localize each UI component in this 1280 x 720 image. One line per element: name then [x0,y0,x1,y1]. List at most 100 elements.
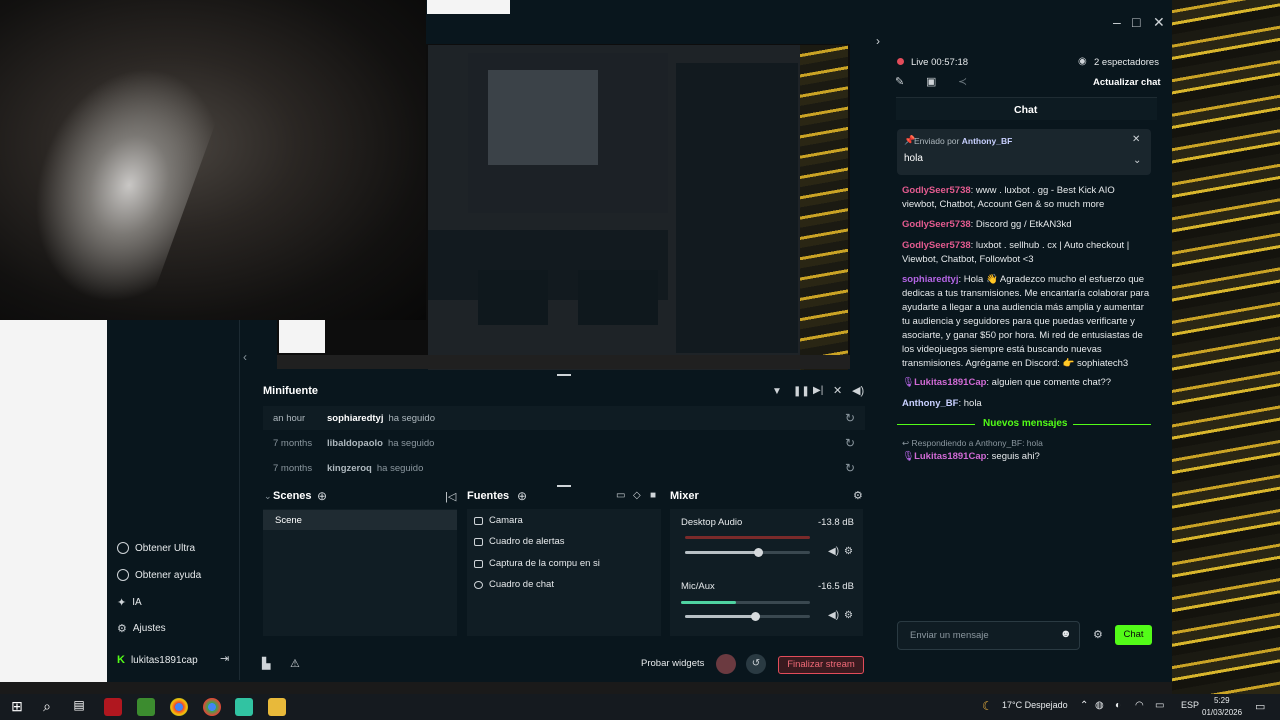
share-icon[interactable]: ≺ [958,75,967,88]
replay-icon[interactable]: ↻ [845,461,855,475]
pinned-text: hola [904,153,923,164]
feed-row: 7 months kingzeroq ha seguido ↻ [263,456,865,480]
chat-username[interactable]: sophiaredtyj [902,274,959,285]
camera-icon [474,516,483,525]
file-explorer-icon[interactable] [268,698,286,716]
chat-username[interactable]: GodlySeer5738 [902,185,971,196]
sidebar-item-ai[interactable]: ✦ IA [117,596,142,609]
source-item[interactable]: Camara [474,515,523,526]
task-view-icon[interactable]: ▤ [70,698,88,716]
chat-username[interactable]: Lukitas1891Cap [914,377,986,388]
minecraft-icon[interactable] [137,698,155,716]
source-visibility-icon[interactable]: ◇ [633,490,641,501]
chat-message: 🎙Lukitas1891Cap: alguien que comente cha… [902,376,1152,390]
pinned-by-label: Enviado por [914,136,960,146]
source-group-icon[interactable]: ■ [650,490,656,501]
mic-badge-icon: 🎙 [902,451,915,462]
windows-start-icon[interactable]: ⊞ [8,698,26,716]
chat-settings-icon[interactable]: ⚙ [1093,628,1103,641]
chevron-down-icon[interactable]: ⌄ [264,491,272,502]
scene-item[interactable]: Scene [263,510,457,530]
chrome-icon[interactable] [170,698,188,716]
filter-icon[interactable]: ▼ [772,386,782,397]
close-button[interactable]: ✕ [1153,14,1165,31]
collapse-sidebar-icon[interactable]: ‹ [243,350,247,364]
discord-icon[interactable]: ◐ [1115,700,1121,711]
end-stream-button[interactable]: Finalizar stream [778,656,864,674]
source-folder-icon[interactable]: ▭ [616,490,625,501]
stats-icon[interactable]: ▙ [262,657,270,670]
tray-arrow-icon[interactable]: ⌃ [1080,700,1088,711]
maximize-button[interactable]: □ [1132,14,1140,30]
mixer-channel-level: -16.5 dB [818,581,854,592]
dashboard-icon[interactable]: ▣ [926,75,936,88]
scene-transitions-icon[interactable]: |◁ [445,490,456,503]
sidebar-item-ultra[interactable]: Obtener Ultra [117,542,195,554]
chat-username[interactable]: Lukitas1891Cap [914,451,986,462]
logout-icon[interactable]: ⇥ [220,652,229,665]
replay-buffer-icon[interactable]: ↺ [746,654,766,674]
chrome-profile-icon[interactable] [203,698,221,716]
clock-date[interactable]: 01/03/2026 [1202,708,1242,717]
record-button[interactable] [716,654,736,674]
chevron-down-icon[interactable]: ⌄ [1133,155,1141,166]
resize-handle[interactable] [557,374,571,376]
feed-row: an hour sophiaredtyj ha seguido ↻ [263,406,865,430]
chat-message: GodlySeer5738: luxbot . sellhub . cx | A… [902,239,1152,267]
edit-icon[interactable]: ✎ [895,75,904,88]
channel-settings-icon[interactable]: ⚙ [844,610,853,621]
volume-slider-handle[interactable] [751,612,760,621]
chat-username[interactable]: GodlySeer5738 [902,240,971,251]
feed-time: an hour [273,412,306,424]
emoji-icon[interactable]: ☻ [1060,628,1072,640]
weather-text[interactable]: 17°C Despejado [1002,700,1068,710]
add-scene-icon[interactable]: ⊕ [317,489,327,503]
replay-icon[interactable]: ↻ [845,411,855,425]
kick-icon: K [117,654,125,666]
pause-icon[interactable]: ❚❚ [793,386,810,397]
add-source-icon[interactable]: ⊕ [517,489,527,503]
overlay-titlebar [427,0,510,14]
notifications-icon[interactable]: ▭ [1255,700,1265,713]
sidebar-item-account[interactable]: Klukitas1891cap [117,654,198,666]
speaker-icon[interactable]: ◀) [828,610,839,621]
volume-slider-handle[interactable] [754,548,763,557]
chat-text: : hola [958,398,982,409]
chat-username[interactable]: GodlySeer5738 [902,219,971,230]
mixer-settings-icon[interactable]: ⚙ [853,489,863,502]
skip-icon[interactable]: ▶| [813,385,823,396]
wifi-icon[interactable]: ◠ [1135,700,1144,711]
chat-text: : Hola 👋 Agradezco mucho el esfuerzo que… [902,274,1150,369]
replay-icon[interactable]: ↻ [845,436,855,450]
unpin-icon[interactable]: ✕ [1132,134,1140,145]
search-icon[interactable]: ⌕ [38,698,56,716]
sidebar-item-help[interactable]: Obtener ayuda [117,569,201,581]
netflix-icon[interactable] [104,698,122,716]
streamlabs-icon[interactable] [235,698,253,716]
minimize-button[interactable]: – [1113,14,1121,30]
steam-icon[interactable]: ◍ [1095,700,1104,711]
sidebar-item-label: Obtener Ultra [135,542,196,554]
send-chat-button[interactable]: Chat [1115,625,1152,645]
chat-username[interactable]: Anthony_BF [902,398,958,409]
speaker-icon[interactable]: ◀) [828,546,839,557]
resize-handle[interactable] [557,485,571,487]
ai-icon: ✦ [117,597,127,609]
source-item[interactable]: Captura de la compu en si [474,558,600,569]
language-indicator[interactable]: ESP [1181,700,1199,710]
display-icon[interactable]: ▭ [1155,700,1164,711]
source-item[interactable]: Cuadro de chat [474,579,554,590]
chat-input[interactable]: Enviar un mensaje ☻ [897,621,1080,650]
feed-user: kingzeroq [327,462,372,474]
sidebar-item-settings[interactable]: ⚙ Ajustes [117,622,166,635]
expand-chat-icon[interactable]: › [876,34,880,48]
source-item[interactable]: Cuadro de alertas [474,536,565,547]
mute-alerts-icon[interactable]: ✕ [833,384,842,397]
alerts-icon[interactable]: ⚠ [290,657,300,670]
volume-icon[interactable]: ◀) [852,384,864,397]
clock-time[interactable]: 5:29 [1214,696,1230,705]
desktop-wallpaper [1172,0,1280,695]
test-widgets-button[interactable]: Probar widgets [641,658,704,669]
channel-settings-icon[interactable]: ⚙ [844,546,853,557]
refresh-chat-button[interactable]: Actualizar chat [1093,77,1161,88]
